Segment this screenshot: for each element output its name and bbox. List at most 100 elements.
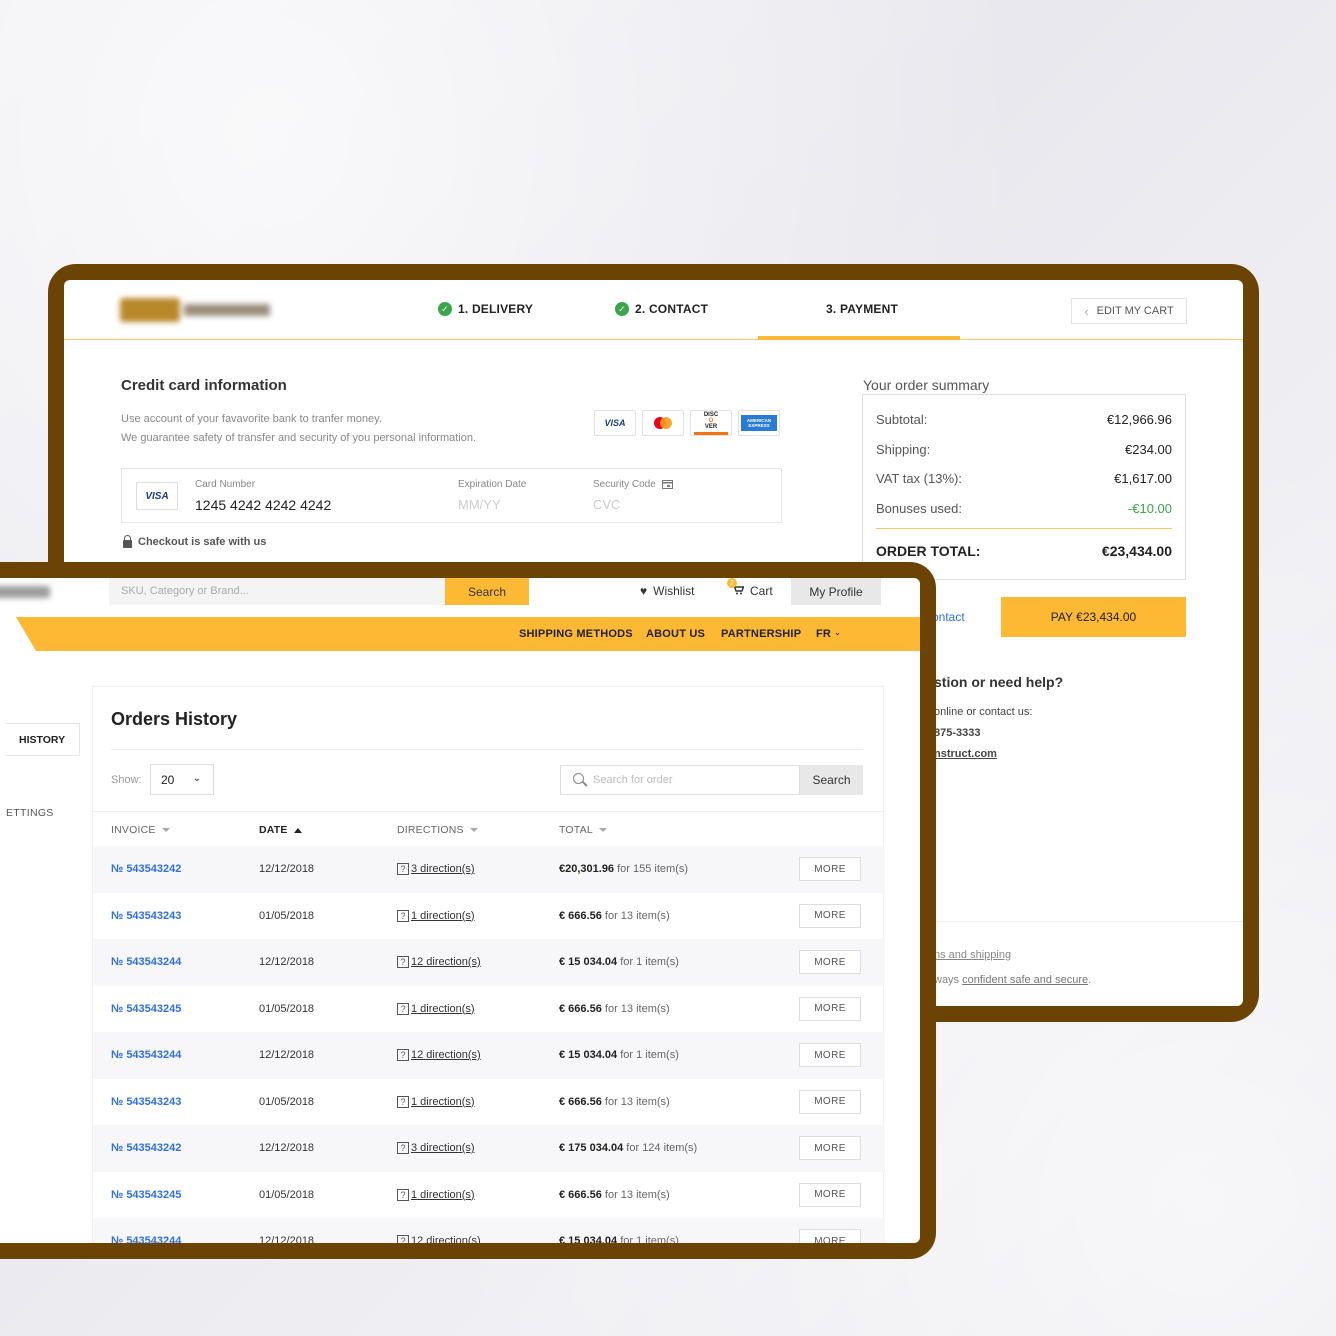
order-search-button[interactable]: Search [800,765,863,795]
my-profile-button[interactable]: My Profile [791,578,881,605]
order-amount: € 175 034.04 [559,1142,624,1154]
directions-link[interactable]: ? 1 direction(s) [397,1095,475,1108]
more-button[interactable]: MORE [799,996,861,1021]
directions-label: 1 direction(s) [411,1095,475,1108]
card-info-icon[interactable] [661,480,673,489]
more-button[interactable]: MORE [799,950,861,974]
directions-link[interactable]: ? 12 direction(s) [397,1235,481,1243]
subtotal-label: Subtotal: [876,412,928,428]
nav-partnership[interactable]: PARTNERSHIP [721,628,801,640]
order-date: 12/12/2018 [259,1142,315,1154]
lock-icon [123,534,132,548]
invoice-link[interactable]: № 543543242 [111,863,181,875]
directions-link[interactable]: ? 1 direction(s) [397,909,475,922]
column-total[interactable]: TOTAL [559,824,607,836]
order-search-input[interactable]: Search for order [560,765,800,795]
order-date: 01/05/2018 [259,1095,315,1108]
order-summary-title: Your order summary [863,377,990,393]
security-note: ways confident safe and secure. [934,974,1091,986]
column-invoice[interactable]: INVOICE [111,824,170,836]
invoice-link[interactable]: № 543543243 [111,910,181,922]
amex-logo-icon: AMERICAN EXPRESS [738,410,780,436]
active-step-indicator [758,336,960,340]
page-size-select[interactable]: 20 ⌄ [150,764,214,795]
wishlist-link[interactable]: ♥ Wishlist [640,584,694,598]
contact-link[interactable]: ontact [932,610,965,624]
help-email[interactable]: nstruct.com [934,748,997,760]
vat-label: VAT tax (13%): [876,471,962,487]
language-selector[interactable]: FR ⌄ [816,628,841,640]
check-icon: ✓ [438,302,452,316]
step-payment-label: 3. PAYMENT [826,302,899,316]
help-icon: ? [397,956,409,968]
order-total: € 15 034.04 for 1 item(s) [559,1049,679,1061]
more-button[interactable]: MORE [799,1136,861,1160]
directions-label: 12 direction(s) [411,1235,481,1243]
invoice-link[interactable]: № 543543244 [111,1049,181,1061]
directions-link[interactable]: ? 3 direction(s) [397,863,475,875]
directions-label: 12 direction(s) [411,1049,481,1061]
product-search-button[interactable]: Search [445,578,529,605]
credit-card-title: Credit card information [121,377,287,394]
order-items: for 13 item(s) [604,909,670,922]
card-number-input[interactable]: 1245 4242 4242 4242 [195,497,331,513]
directions-link[interactable]: ? 1 direction(s) [397,1002,475,1015]
invoice-link[interactable]: № 543543244 [111,1235,181,1243]
sidebar-item-settings[interactable]: ETTINGS [6,807,54,819]
step-contact[interactable]: ✓ 2. CONTACT [615,302,708,316]
brand-logo[interactable] [0,586,50,598]
step-contact-label: 2. CONTACT [635,302,709,316]
more-button[interactable]: MORE [799,1089,861,1114]
expiration-input[interactable]: MM/YY [458,497,501,512]
help-phone[interactable]: 875-3333 [934,727,981,739]
invoice-link[interactable]: № 543543245 [111,1189,181,1201]
order-total: € 666.56 for 13 item(s) [559,1003,670,1015]
directions-link[interactable]: ? 3 direction(s) [397,1142,475,1154]
pay-button[interactable]: PAY €23,434.00 [1001,597,1186,637]
more-button[interactable]: MORE [799,1229,861,1243]
directions-link[interactable]: ? 12 direction(s) [397,1049,481,1061]
help-icon: ? [397,1235,409,1243]
step-delivery[interactable]: ✓ 1. DELIVERY [438,302,533,316]
directions-link[interactable]: ? 12 direction(s) [397,956,481,968]
terms-shipping-link[interactable]: ns and shipping [934,949,1011,961]
order-items: for 1 item(s) [620,1235,679,1243]
table-row: № 543543245 01/05/2018? 1 direction(s) € 66… [93,986,885,1033]
step-payment[interactable]: 3. PAYMENT [826,302,898,316]
help-icon: ? [397,1049,409,1061]
chevron-down-icon: ⌄ [192,773,201,784]
table-row: № 543543245 01/05/2018? 1 direction(s) € 66… [93,1172,885,1219]
directions-link[interactable]: ? 1 direction(s) [397,1188,475,1201]
nav-shipping-methods[interactable]: SHIPPING METHODS [519,628,633,640]
more-button[interactable]: MORE [799,1043,861,1067]
orders-panel: Orders History Show: 20 ⌄ Search for ord… [92,686,885,1243]
more-button[interactable]: MORE [799,903,861,928]
safe-secure-link[interactable]: confident safe and secure [962,974,1088,986]
sidebar-item-history[interactable]: HISTORY [6,723,80,756]
brand-logo[interactable] [120,298,270,322]
invoice-link[interactable]: № 543543245 [111,1003,181,1015]
order-items: for 124 item(s) [626,1142,698,1154]
subtotal-value: €12,966.96 [1106,412,1172,428]
invoice-link[interactable]: № 543543243 [111,1096,181,1108]
order-date: 12/12/2018 [259,1049,315,1061]
security-code-input[interactable]: CVC [593,497,620,512]
expiration-label: Expiration Date [458,479,527,490]
column-date[interactable]: DATE [259,824,302,836]
table-row: № 543543242 12/12/2018? 3 direction(s) €20,… [93,846,885,893]
more-button[interactable]: MORE [799,857,861,881]
order-amount: € 15 034.04 [559,1049,618,1061]
table-row: № 543543244 12/12/2018? 12 direction(s) € 1… [93,939,885,986]
security-code-label: Security Code [593,479,656,490]
shipping-label: Shipping: [876,441,931,457]
invoice-link[interactable]: № 543543244 [111,956,181,968]
column-directions[interactable]: DIRECTIONS [397,824,478,836]
invoice-link[interactable]: № 543543242 [111,1142,181,1154]
product-search-input[interactable]: SKU, Category or Brand... [109,578,446,605]
cart-link[interactable]: 2 Cart [727,578,773,598]
more-button[interactable]: MORE [799,1182,861,1207]
nav-about-us[interactable]: ABOUT US [646,628,705,640]
safe-checkout-text: Checkout is safe with us [138,536,267,548]
orders-screen: SKU, Category or Brand... Search ♥ Wishl… [0,578,920,1243]
edit-cart-button[interactable]: ‹ EDIT MY CART [1071,298,1187,324]
